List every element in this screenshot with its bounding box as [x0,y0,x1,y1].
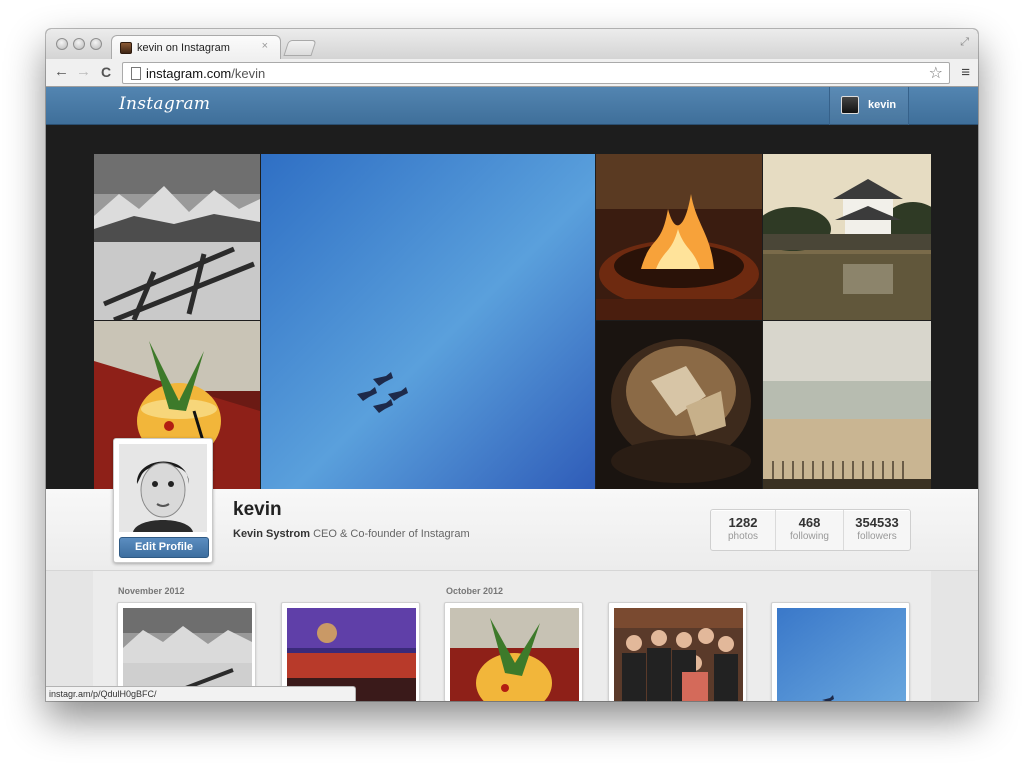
cover-photo-fire-pit[interactable] [596,154,762,320]
profile-stats: 1282 photos 468 following 354533 followe… [710,509,911,551]
address-bar[interactable]: instagram.com/kevin ☆ [122,62,950,84]
browser-window: kevin on Instagram × ⤢ ← → C instagram.c… [46,29,978,701]
browser-status-bar: instagr.am/p/QdulH0gBFC/ [46,686,356,701]
instagram-header: Instagram kevin [46,87,978,125]
star-icon[interactable]: ☆ [929,63,943,83]
photo-feed: November 2012 October 2012 [46,571,978,701]
tab-close-icon[interactable]: × [262,40,268,52]
reload-button[interactable]: C [101,64,111,80]
profile-avatar-card: Edit Profile [113,438,213,563]
profile-bio-text: CEO & Co-founder of Instagram [313,528,470,540]
feed-photo-group [614,608,743,701]
user-avatar-icon [841,96,859,114]
cover-photo-whiskey-glass[interactable] [596,321,762,489]
feed-photo-card[interactable] [608,602,747,701]
profile-full-name: Kevin Systrom [233,528,311,540]
feed-photo-cocktail [450,608,579,701]
minimize-window-button[interactable] [73,38,85,50]
cover-photo-beach[interactable] [763,321,931,489]
profile-bio: Kevin Systrom CEO & Co-founder of Instag… [233,528,470,540]
feed-photo-card[interactable] [771,602,910,701]
cover-photo-jets-in-sky[interactable] [261,154,595,489]
title-bar: kevin on Instagram × ⤢ [46,29,978,59]
new-tab-button[interactable] [283,40,317,56]
avatar[interactable] [119,444,207,532]
feed-photo-card[interactable] [444,602,583,701]
profile-username: kevin [233,499,282,520]
page-icon [131,67,141,80]
instagram-logo[interactable]: Instagram [119,94,210,114]
cover-photo-japanese-castle[interactable] [763,154,931,320]
stat-followers[interactable]: 354533 followers [843,510,910,550]
stat-following[interactable]: 468 following [775,510,843,550]
month-label: November 2012 [118,586,185,596]
stat-photos[interactable]: 1282 photos [711,510,775,550]
browser-toolbar: ← → C instagram.com/kevin ☆ ≡ [46,59,978,87]
instagram-favicon-icon [120,42,132,54]
feed-photo-jets [777,608,906,701]
user-menu[interactable]: kevin [829,87,909,125]
forward-button[interactable]: → [76,64,91,80]
feed-column: November 2012 October 2012 [93,571,931,701]
back-button[interactable]: ← [54,64,69,80]
month-label: October 2012 [446,586,504,596]
tab-title: kevin on Instagram [137,42,230,54]
browser-tab[interactable]: kevin on Instagram × [111,35,281,59]
edit-profile-button[interactable]: Edit Profile [119,537,209,558]
cover-photo-snowy-mountains[interactable] [94,154,260,320]
user-menu-name: kevin [868,99,897,111]
hamburger-menu-icon[interactable]: ≡ [961,64,970,81]
fullscreen-icon[interactable]: ⤢ [960,36,969,49]
close-window-button[interactable] [56,38,68,50]
url-text: instagram.com/kevin [146,66,266,81]
zoom-window-button[interactable] [90,38,102,50]
